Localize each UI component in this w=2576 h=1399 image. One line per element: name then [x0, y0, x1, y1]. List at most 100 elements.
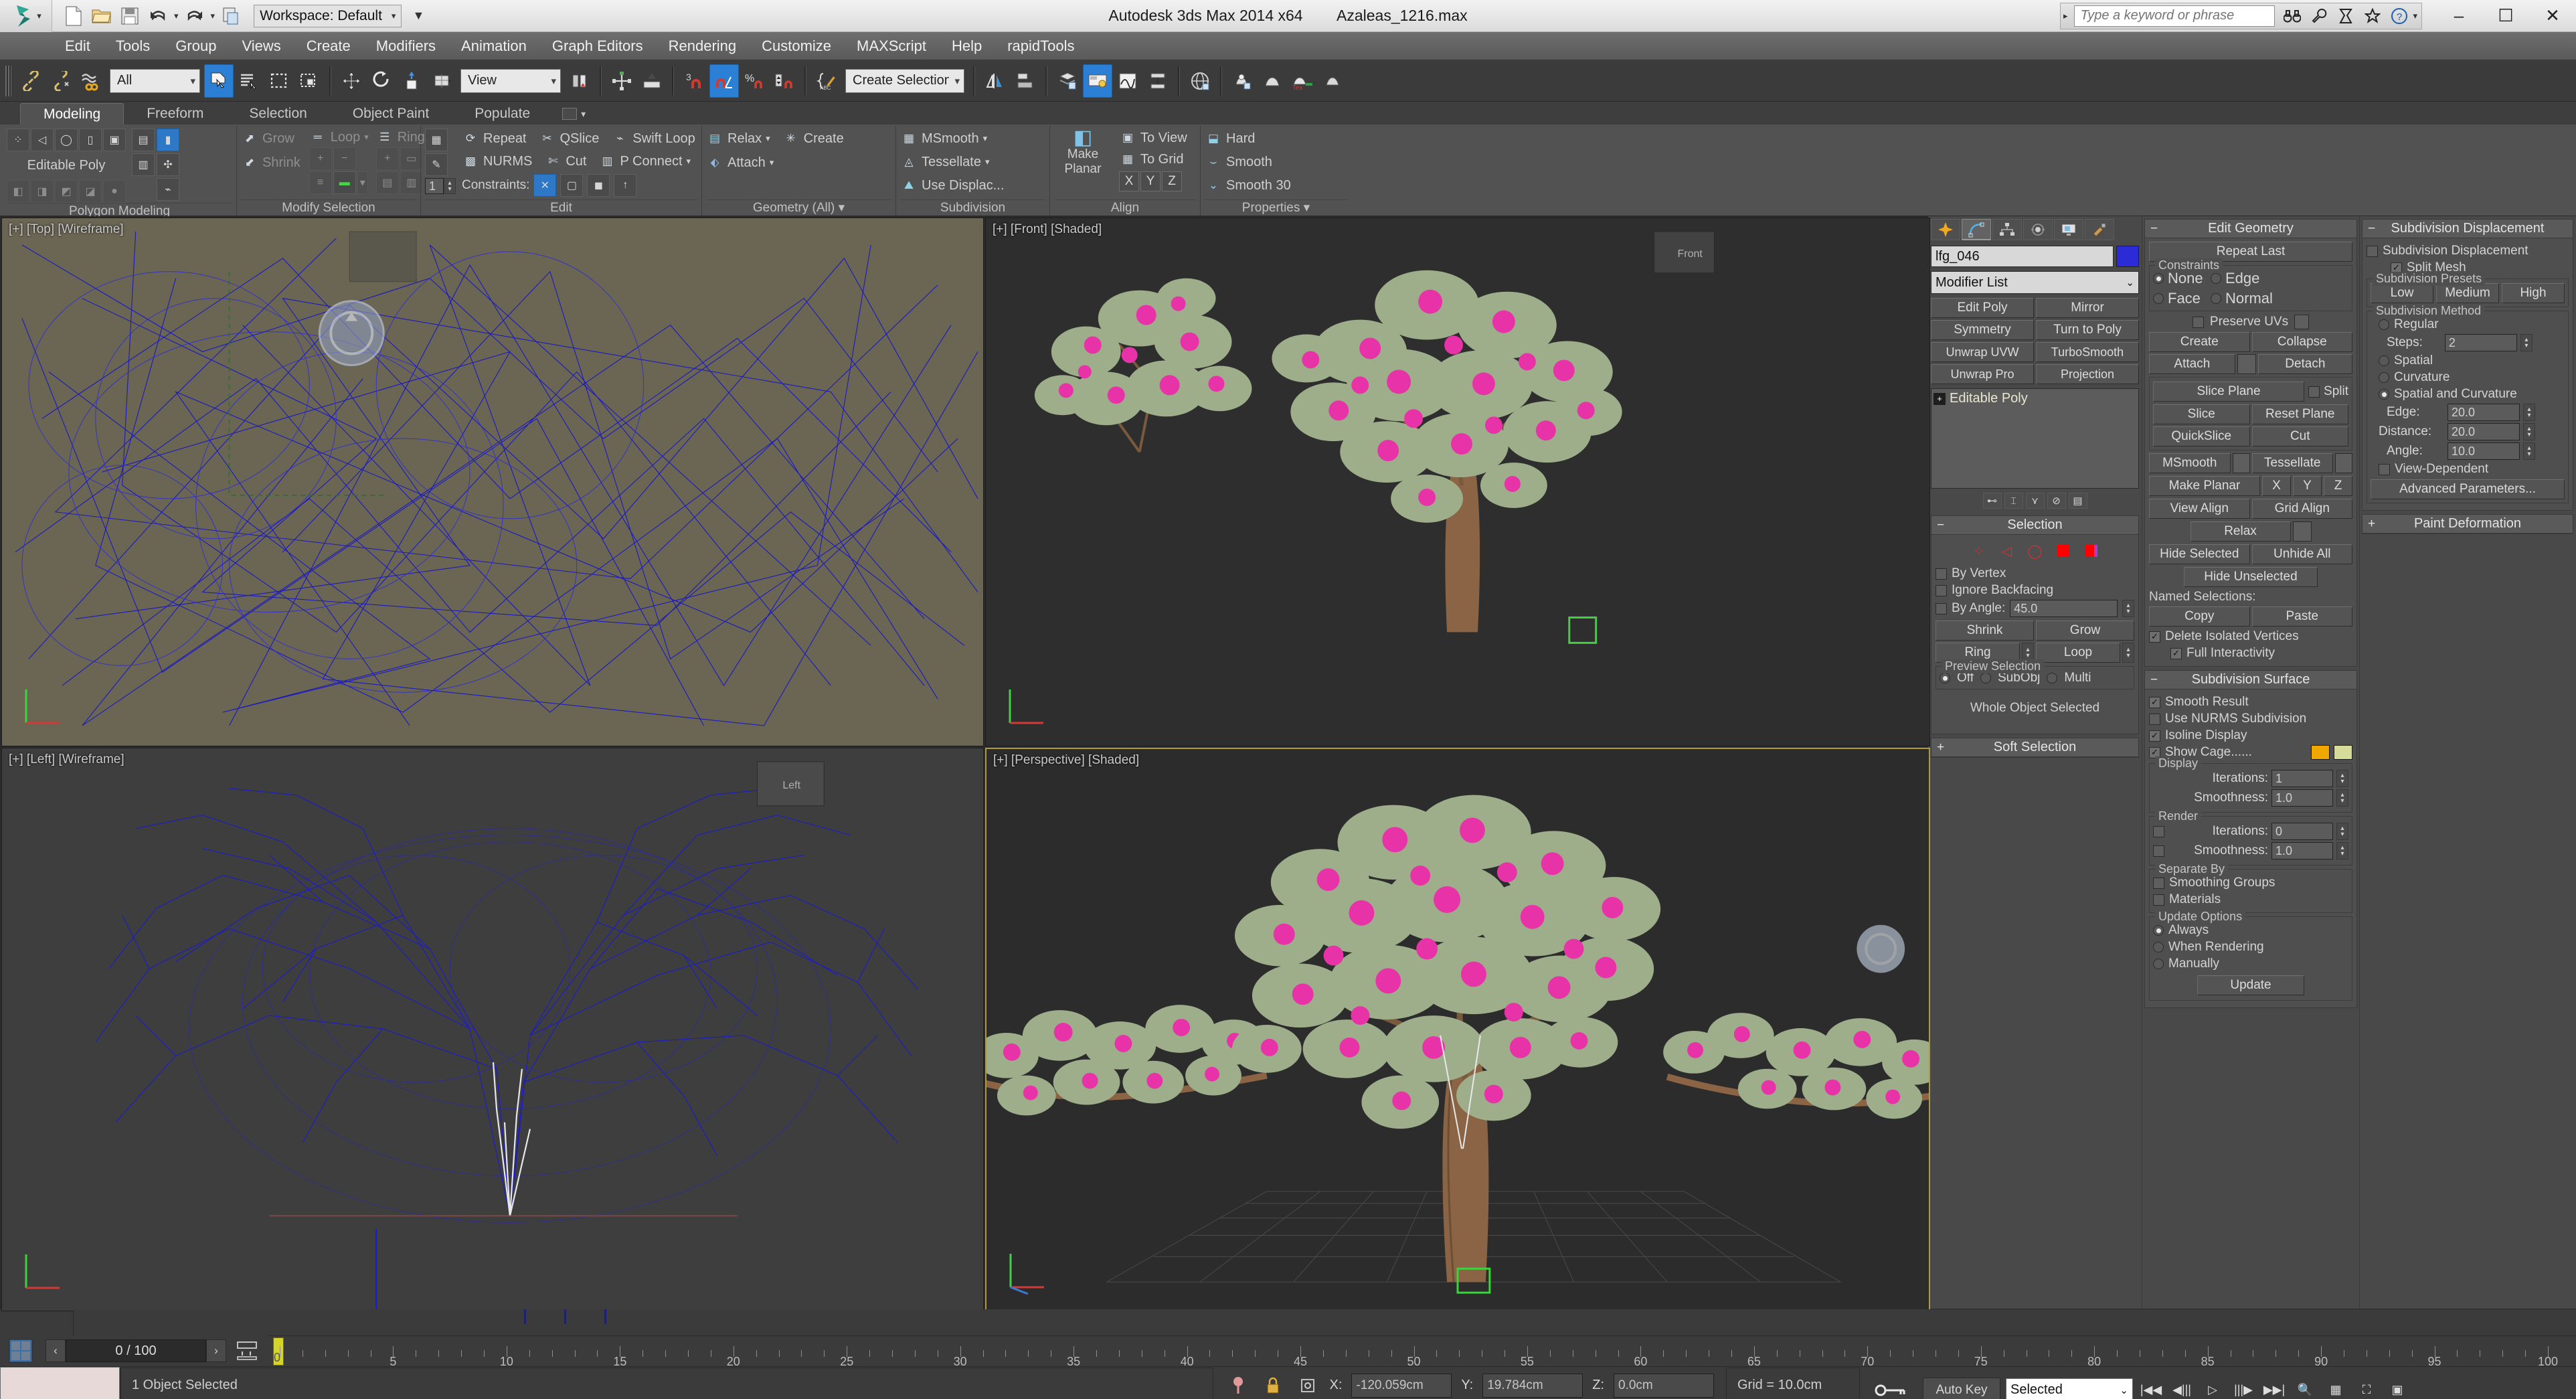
undo-chevron-icon[interactable]: ▾ — [174, 11, 179, 21]
edge-spinner[interactable]: ▴ ▾ — [2523, 404, 2535, 421]
ring-shift-left-icon[interactable]: ▤ — [375, 171, 399, 194]
preview-subobj-radio[interactable] — [1980, 673, 1991, 683]
panel-label-properties[interactable]: Properties ▾ — [1205, 199, 1347, 216]
paint-deformation-rollout-header[interactable]: + Paint Deformation — [2363, 515, 2573, 533]
selection-filter-combo[interactable]: All ▾ — [110, 68, 200, 93]
lock-selection-icon[interactable] — [1260, 1373, 1286, 1398]
dot-loop-icon[interactable]: ▬ — [333, 171, 356, 194]
tessellate-button[interactable]: ◬ Tessellate ▾ — [900, 152, 1004, 172]
viewport-left[interactable]: [+] [Left] [Wireframe] Left — [1, 748, 984, 1311]
viewport-front-label[interactable]: [+] [Front] [Shaded] — [993, 222, 1102, 237]
cage-color-swatch-2[interactable] — [2334, 745, 2352, 760]
attach-button[interactable]: Attach — [2149, 354, 2235, 374]
steps-spinner[interactable]: ▴ ▾ — [2520, 334, 2532, 351]
coord-y-field[interactable]: 19.784cm — [1482, 1373, 1583, 1398]
edit-spinner[interactable]: ▴ ▾ — [444, 178, 456, 194]
favorites-icon[interactable] — [2359, 3, 2386, 29]
viewport-top[interactable]: [+] [Top] [Wireframe] — [1, 218, 984, 746]
menu-item-animation[interactable]: Animation — [448, 32, 539, 60]
by-angle-row[interactable]: By Angle: 45.0 ▴ ▾ — [1936, 600, 2134, 617]
edge-icon[interactable]: ◁ — [31, 129, 54, 151]
keyframe-marker[interactable] — [524, 1309, 527, 1324]
app-logo-button[interactable]: ▾ — [0, 0, 52, 32]
mirror-button[interactable]: Mirror — [2036, 298, 2139, 318]
chevron-down-icon[interactable]: ▾ — [687, 156, 691, 167]
swift-loop-button[interactable]: ⌁ Swift Loop — [611, 129, 695, 149]
material-editor-icon[interactable] — [1185, 64, 1215, 98]
preserve-uv-icon[interactable]: ● — [103, 180, 126, 203]
preview-multi-radio[interactable] — [2047, 673, 2058, 683]
selection-rollout-header[interactable]: − Selection — [1931, 516, 2138, 535]
materials-row[interactable]: Materials — [2153, 892, 2348, 907]
method-regular-radio[interactable] — [2379, 319, 2389, 330]
collapse-button[interactable]: Collapse — [2251, 332, 2352, 352]
constraint-none-icon[interactable]: ✕ — [533, 174, 557, 197]
materials-checkbox[interactable] — [2153, 894, 2164, 906]
render-production-icon[interactable]: Tex — [1288, 64, 1317, 98]
rendered-frame-window-icon[interactable] — [1258, 64, 1287, 98]
preserve-uvs-checkbox[interactable] — [2192, 316, 2204, 328]
render-iterative-icon[interactable] — [1318, 64, 1347, 98]
subdivision-displacement-enable-row[interactable]: Subdivision Displacement — [2367, 244, 2569, 258]
method-curvature-radio[interactable] — [2379, 372, 2389, 383]
select-object-icon[interactable] — [204, 64, 234, 98]
by-vertex-row[interactable]: By Vertex — [1936, 566, 2134, 581]
collapse-icon[interactable]: − — [2150, 673, 2158, 687]
select-and-link-icon[interactable] — [16, 64, 46, 98]
qslice-button[interactable]: ✂ QSlice — [539, 129, 599, 149]
nurms-button[interactable]: ▩ NURMS — [462, 151, 532, 171]
tessellate-button[interactable]: Tessellate — [2251, 453, 2333, 473]
detach-button[interactable]: Detach — [2257, 354, 2352, 374]
symmetry-tools-icon[interactable]: ◨ — [31, 180, 54, 203]
pin-stack-icon[interactable] — [1225, 1373, 1251, 1398]
restore-button[interactable]: ☐ — [2482, 0, 2529, 32]
modifier-stack[interactable]: + Editable Poly — [1931, 388, 2139, 489]
chevron-down-icon[interactable]: ▾ — [364, 132, 369, 143]
display-tab[interactable] — [2054, 219, 2083, 240]
render-iterations-checkbox[interactable] — [2153, 825, 2164, 837]
expand-icon[interactable]: + — [1934, 392, 1946, 405]
by-vertex-checkbox[interactable] — [1936, 568, 1947, 580]
help-icon[interactable]: ? — [2386, 3, 2413, 29]
constraint-face-icon[interactable]: ◼ — [587, 174, 610, 197]
previous-frame-icon[interactable]: ◀||| — [2169, 1378, 2195, 1399]
relax-settings-button[interactable] — [2292, 521, 2312, 542]
repeat-button[interactable]: ⟳ Repeat — [462, 129, 527, 149]
shrink-button[interactable]: ⬋ Shrink — [241, 153, 300, 173]
menu-item-edit[interactable]: Edit — [52, 32, 103, 60]
smooth30-button[interactable]: ⌄ Smooth 30 — [1205, 175, 1291, 195]
show-end-result-icon[interactable]: ⌶ — [2004, 493, 2023, 509]
ribbon-tab-freeform[interactable]: Freeform — [124, 103, 226, 125]
select-and-manipulate-icon[interactable] — [607, 64, 636, 98]
keyframe-marker[interactable] — [564, 1309, 566, 1324]
make-planar-y-button[interactable]: Y — [2293, 476, 2322, 496]
slice-button[interactable]: Slice — [2153, 404, 2250, 424]
viewport-left-label[interactable]: [+] [Left] [Wireframe] — [9, 752, 124, 767]
select-and-scale-icon[interactable] — [397, 64, 426, 98]
steps-value[interactable]: 2 — [2444, 334, 2517, 351]
render-iterations-value[interactable]: 0 — [2271, 823, 2333, 840]
distance-spinner[interactable]: ▴ ▾ — [2523, 423, 2535, 440]
update-always-radio[interactable] — [2153, 925, 2164, 936]
unlink-selection-icon[interactable] — [46, 64, 76, 98]
update-when-rendering-radio[interactable] — [2153, 942, 2164, 953]
track-bar-keys[interactable] — [74, 1309, 2576, 1336]
method-curvature-row[interactable]: Curvature — [2371, 370, 2565, 385]
menu-item-tools[interactable]: Tools — [103, 32, 163, 60]
align-z-button[interactable]: Z — [1162, 171, 1182, 191]
graphite-modeling-toolbar-icon[interactable] — [1083, 64, 1112, 98]
menu-item-modifiers[interactable]: Modifiers — [363, 32, 448, 60]
make-unique-icon[interactable]: ⋎ — [2025, 493, 2045, 509]
align-x-button[interactable]: X — [1119, 171, 1139, 191]
display-smoothness-value[interactable]: 1.0 — [2271, 789, 2333, 807]
edit-geometry-rollout-header[interactable]: − Edit Geometry — [2145, 220, 2356, 238]
edit-poly-button[interactable]: Edit Poly — [1931, 298, 2034, 318]
percent-snap-toggle-icon[interactable]: % — [740, 64, 769, 98]
select-and-move-icon[interactable] — [337, 64, 366, 98]
loop-grow-icon[interactable]: + — [309, 147, 332, 170]
zoom-all-icon[interactable]: ▦ — [2323, 1378, 2348, 1399]
preserve-uvs-settings-button[interactable] — [2294, 315, 2310, 329]
expand-icon[interactable]: + — [1937, 740, 1944, 755]
quickslice-button[interactable]: QuickSlice — [2153, 426, 2250, 446]
track-bar[interactable] — [0, 1309, 2576, 1336]
